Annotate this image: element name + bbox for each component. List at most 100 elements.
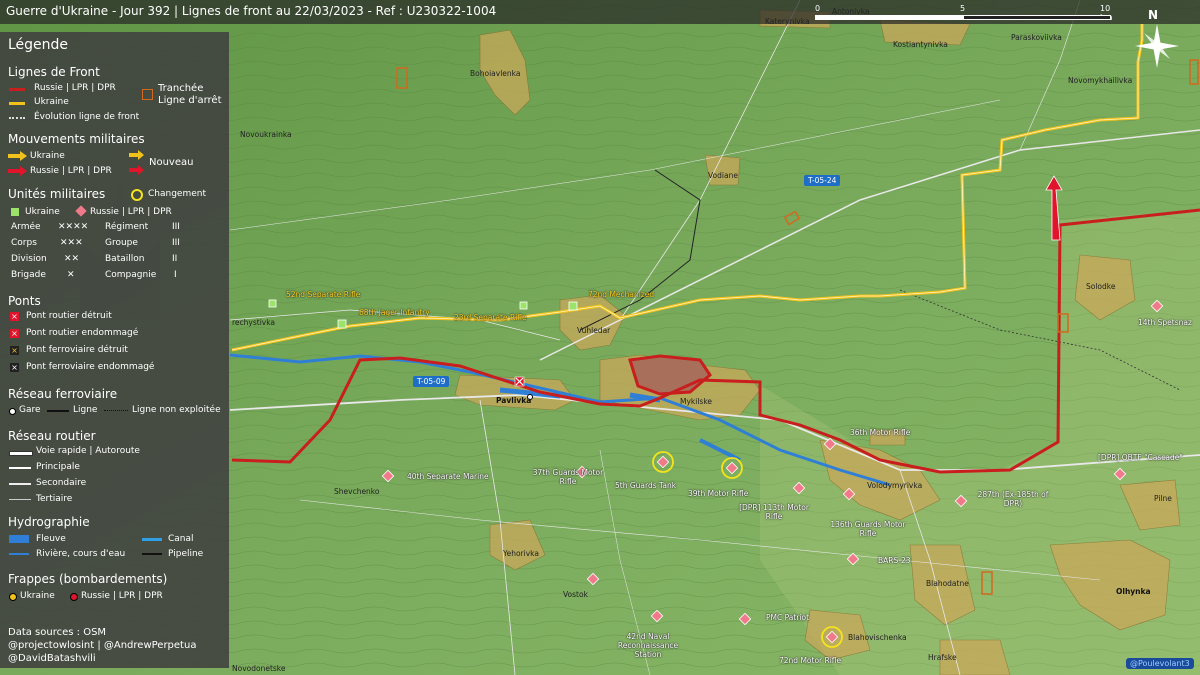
legend-bridge-1: Pont routier endommagé [26,328,139,338]
legend-road-0: Voie rapide | Autoroute [36,446,140,456]
unit-size-brigade-symbol: ✕ [67,270,75,280]
legend-units-title: Unités militaires [8,187,106,201]
legend-bridge-0: Pont routier détruit [26,311,112,321]
legend-rail-title: Réseau ferroviaire [8,387,118,401]
ukraine-unit-swatch [11,208,19,216]
legend-trench: Tranchée [158,83,204,94]
legend-hydro-pipeline: Pipeline [168,549,204,559]
legend-units-ukraine: Ukraine [25,207,60,217]
road-t0524: T-05-24 [804,175,841,186]
unit-size-corps-symbol: ✕✕✕ [60,238,83,248]
legend-road-3: Tertiaire [36,494,73,504]
russia-line-swatch [9,88,25,91]
ru-unit-37th-guards: 37th Guards Motor Rifle [532,468,604,486]
trench-swatch [142,89,153,100]
ukraine-arrow-icon [8,151,27,161]
main-road-swatch [9,467,31,469]
ukraine-line-swatch [9,102,25,105]
legend-rail-line: Ligne [73,405,98,415]
legend-movements-title: Mouvements militaires [8,132,145,146]
ru-unit-72nd-motor-rifle: 72nd Motor Rifle [779,656,842,665]
town-antonivka: Antonivka [832,7,870,16]
town-olhynka: Olhynka [1116,587,1151,596]
town-kostiantynivka: Kostiantynivka [893,40,948,49]
canal-swatch [142,538,162,541]
legend-bridge-3: Pont ferroviaire endommagé [26,362,155,372]
unit-size-division: Division [11,254,47,264]
legend-hydro-river: Fleuve [36,534,66,544]
town-novomykhailivka: Novomykhailivka [1068,76,1133,85]
rail-bridge-damaged-icon: × [10,363,19,372]
source-line-2: @DavidBatashvili [8,653,96,664]
ru-unit-287th: 287th (Ex-185th of DPR) [977,490,1049,508]
ua-unit-72nd: 72nd Mechanized [588,290,655,299]
unit-size-corps: Corps [11,238,37,248]
town-blahovischenka: Blahovischenka [848,633,907,642]
pipeline-swatch [142,553,162,555]
unit-size-brigade: Brigade [11,270,46,280]
legend-front-russia: Russie | LPR | DPR [34,83,116,93]
ua-unit-68th: 68th Jager Infantry [359,308,430,317]
legend-front-trench-stop: Tranchée Ligne d'arrêt [158,83,222,107]
legend-strikes-russia: Russie | LPR | DPR [81,591,163,601]
town-mykilske: Mykilske [680,397,713,406]
unit-size-company: Compagnie [105,270,157,280]
town-shevchenko: Shevchenko [334,487,380,496]
legend-hydro-stream: Rivière, cours d'eau [36,549,126,559]
evolution-line-swatch [9,117,25,119]
author-credit: @Poulevolant3 [1126,658,1194,669]
ukraine-strike-swatch [9,593,17,601]
ru-unit-40th-marine: 40th Separate Marine [407,472,489,481]
legend-front-title: Lignes de Front [8,65,100,79]
data-sources: Data sources : OSM @projectowlosint | @A… [8,626,196,665]
legend-move-ukraine: Ukraine [30,151,65,161]
unit-size-army: Armée [11,222,41,232]
town-volodymyrivka: Volodymyrivka [867,481,923,490]
new-russia-arrow-icon [129,165,144,175]
legend-hydro-title: Hydrographie [8,515,90,529]
unit-size-group-symbol: III [172,238,180,248]
legend-strikes-ukraine: Ukraine [20,591,55,601]
legend-move-russia: Russie | LPR | DPR [30,166,112,176]
legend-bridges-title: Ponts [8,294,41,308]
legend-strikes-title: Frappes (bombardements) [8,572,168,586]
town-novoukrainka: Novoukrainka [240,130,292,139]
legend-bridge-2: Pont ferroviaire détruit [26,345,128,355]
river-swatch [9,535,29,543]
rail-line-swatch [47,410,69,412]
town-katerynivka: Katerynivka [765,17,810,26]
road-t0509: T-05-09 [413,376,450,387]
expressway-swatch [9,451,33,456]
legend-stop-line: Ligne d'arrêt [158,95,222,106]
unit-size-army-symbol: ✕✕✕✕ [58,222,89,232]
north-arrow: N [1132,8,1182,70]
legend-road-2: Secondaire [36,478,87,488]
road-bridge-destroyed-icon: × [10,312,19,321]
unit-size-group: Groupe [105,238,138,248]
rail-unused-swatch [104,410,128,411]
legend-hydro-canal: Canal [168,534,194,544]
north-label: N [1148,8,1159,22]
ru-unit-39th-motor-rifle: 39th Motor Rifle [688,489,749,498]
ru-unit-dpr-113th: [DPR] 113th Motor Rifle [739,503,809,521]
town-vodiane: Vodiane [708,171,738,180]
unit-size-battalion: Bataillon [105,254,145,264]
map-title: Guerre d'Ukraine - Jour 392 | Lignes de … [6,4,497,18]
ru-unit-14th-spetsnaz: 14th Spetsnaz [1138,318,1192,327]
ru-unit-5th-guards-tank: 5th Guards Tank [615,481,677,490]
town-paraskoviivka: Paraskoviivka [1011,33,1062,42]
russia-unit-swatch [75,205,87,217]
tertiary-road-swatch [9,499,31,500]
unit-size-regiment: Régiment [105,222,149,232]
station-icon [9,408,16,415]
scale-label-5: 5 [960,4,966,13]
legend-road-1: Principale [36,462,80,472]
town-hrafske: Hrafske [928,653,957,662]
town-vuhledar: Vuhledar [577,326,611,335]
unit-size-battalion-symbol: II [172,254,178,264]
change-ring-swatch [131,189,143,201]
russia-arrow-icon [8,166,27,176]
town-vostok: Vostok [563,590,588,599]
ru-unit-bars-23: BARS-23 [878,556,911,565]
ru-unit-36th-motor-rifle: 36th Motor Rifle [850,428,911,437]
